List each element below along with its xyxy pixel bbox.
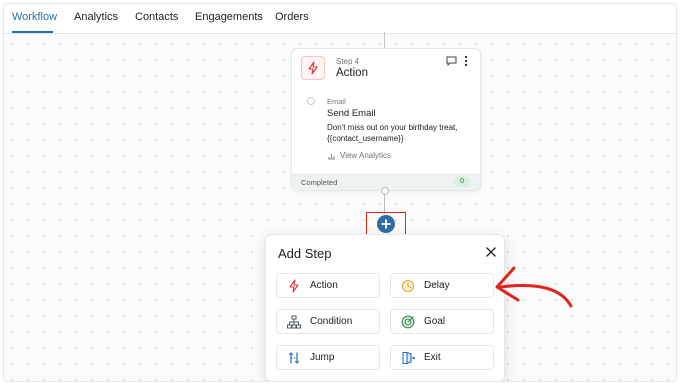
annotation-arrow-icon (495, 266, 573, 308)
option-label: Jump (310, 352, 335, 363)
option-label: Action (310, 280, 338, 291)
lightning-icon (301, 56, 325, 80)
add-delay-option[interactable]: Delay (390, 273, 494, 298)
step-card[interactable]: Step 4 Action Email Send Email Don't mis… (291, 48, 481, 191)
tab-workflow[interactable]: Workflow (12, 11, 57, 23)
add-step-button[interactable] (377, 215, 395, 233)
close-icon[interactable] (485, 246, 497, 258)
action-status-radio (307, 97, 315, 105)
clock-icon (401, 279, 415, 293)
status-label: Completed (301, 178, 338, 187)
lightning-icon (289, 279, 299, 293)
add-step-title: Add Step (278, 246, 332, 261)
target-icon (401, 315, 415, 329)
tab-orders[interactable]: Orders (275, 11, 309, 23)
view-analytics-label: View Analytics (340, 151, 391, 160)
add-exit-option[interactable]: Exit (390, 345, 494, 370)
chart-icon (328, 153, 335, 159)
active-tab-indicator (12, 31, 53, 33)
tab-analytics[interactable]: Analytics (74, 11, 118, 23)
action-description: Don't miss out on your birthday treat, {… (327, 123, 458, 143)
more-options-icon[interactable] (462, 55, 470, 67)
add-action-option[interactable]: Action (276, 273, 380, 298)
tab-contacts[interactable]: Contacts (135, 11, 178, 23)
jump-icon (288, 352, 300, 364)
connector-line-top (384, 32, 385, 48)
add-jump-option[interactable]: Jump (276, 345, 380, 370)
tab-engagements[interactable]: Engagements (195, 11, 263, 23)
connector-dot (381, 187, 389, 195)
view-analytics-link[interactable]: View Analytics (327, 151, 391, 160)
add-step-panel: Add Step Action Delay Condition Goal Jum… (265, 234, 505, 381)
completed-count-badge: 0 (454, 177, 470, 187)
option-label: Exit (424, 352, 441, 363)
plus-icon (381, 219, 391, 229)
hierarchy-icon (287, 315, 301, 329)
option-label: Delay (424, 280, 450, 291)
step-number: Step 4 (336, 57, 360, 66)
action-type: Email (327, 97, 346, 106)
add-condition-option[interactable]: Condition (276, 309, 380, 334)
exit-icon (402, 351, 415, 365)
action-name: Send Email (327, 108, 376, 119)
step-title: Action (336, 67, 368, 79)
workflow-canvas: Workflow Analytics Contacts Engagements … (3, 3, 677, 382)
tab-bar: Workflow Analytics Contacts Engagements … (4, 4, 676, 34)
add-goal-option[interactable]: Goal (390, 309, 494, 334)
option-label: Condition (310, 316, 353, 327)
option-label: Goal (424, 316, 446, 327)
comment-icon[interactable] (446, 56, 457, 66)
